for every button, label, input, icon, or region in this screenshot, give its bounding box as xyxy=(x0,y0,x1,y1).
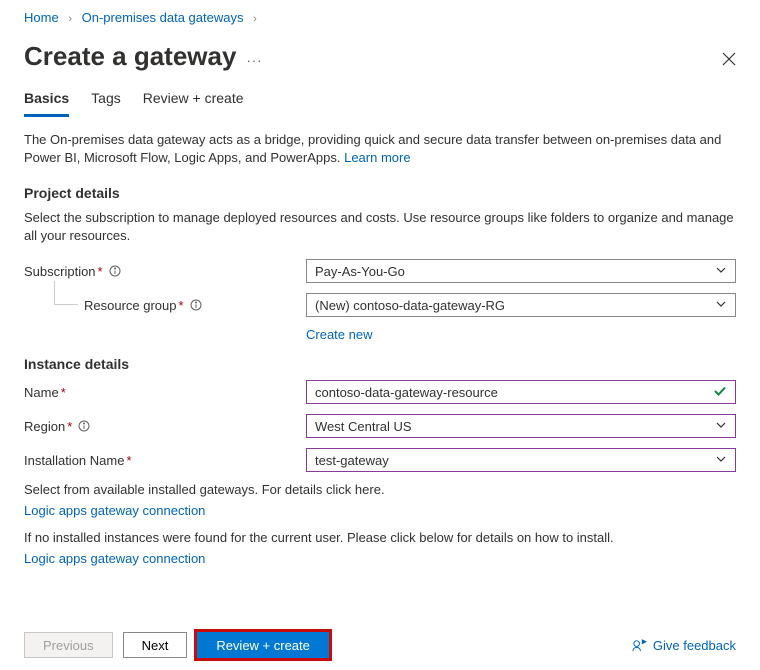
review-create-button[interactable]: Review + create xyxy=(197,632,329,658)
learn-more-link[interactable]: Learn more xyxy=(344,150,410,165)
region-label: Region* xyxy=(24,419,306,434)
feedback-icon xyxy=(632,638,647,653)
more-icon[interactable]: ··· xyxy=(246,53,262,68)
region-select[interactable]: West Central US xyxy=(306,414,736,438)
breadcrumb: Home › On-premises data gateways › xyxy=(24,10,736,25)
resource-group-select[interactable]: (New) contoso-data-gateway-RG xyxy=(306,293,736,317)
breadcrumb-home[interactable]: Home xyxy=(24,10,59,25)
instance-details-heading: Instance details xyxy=(24,356,736,372)
tab-basics[interactable]: Basics xyxy=(24,86,69,117)
create-new-link[interactable]: Create new xyxy=(306,327,372,342)
subscription-label: Subscription* xyxy=(24,264,306,279)
installation-name-select[interactable]: test-gateway xyxy=(306,448,736,472)
info-icon[interactable] xyxy=(190,299,202,311)
gateway-connection-link-1[interactable]: Logic apps gateway connection xyxy=(24,503,205,518)
intro-text: The On-premises data gateway acts as a b… xyxy=(24,131,736,167)
installation-name-label: Installation Name* xyxy=(24,453,306,468)
give-feedback-link[interactable]: Give feedback xyxy=(632,638,736,653)
chevron-right-icon: › xyxy=(253,13,257,25)
chevron-down-icon xyxy=(715,453,727,468)
tree-connector xyxy=(54,281,78,305)
chevron-down-icon xyxy=(715,298,727,313)
check-icon xyxy=(713,384,727,401)
chevron-right-icon: › xyxy=(68,13,72,25)
project-details-heading: Project details xyxy=(24,185,736,201)
next-button[interactable]: Next xyxy=(123,632,188,658)
info-icon[interactable] xyxy=(78,420,90,432)
previous-button[interactable]: Previous xyxy=(24,632,113,658)
page-title: Create a gateway xyxy=(24,41,236,72)
tabs: Basics Tags Review + create xyxy=(24,86,736,117)
chevron-down-icon xyxy=(715,419,727,434)
tab-tags[interactable]: Tags xyxy=(91,86,121,117)
name-input[interactable]: contoso-data-gateway-resource xyxy=(306,380,736,404)
subscription-select[interactable]: Pay-As-You-Go xyxy=(306,259,736,283)
close-icon[interactable] xyxy=(722,52,736,69)
project-details-desc: Select the subscription to manage deploy… xyxy=(24,209,736,245)
chevron-down-icon xyxy=(715,264,727,279)
breadcrumb-gateways[interactable]: On-premises data gateways xyxy=(82,10,244,25)
gateway-connection-link-2[interactable]: Logic apps gateway connection xyxy=(24,551,205,566)
tab-review[interactable]: Review + create xyxy=(143,86,244,117)
info-icon[interactable] xyxy=(109,265,121,277)
available-gateways-text: Select from available installed gateways… xyxy=(24,482,736,497)
name-label: Name* xyxy=(24,385,306,400)
no-instances-text: If no installed instances were found for… xyxy=(24,530,736,545)
